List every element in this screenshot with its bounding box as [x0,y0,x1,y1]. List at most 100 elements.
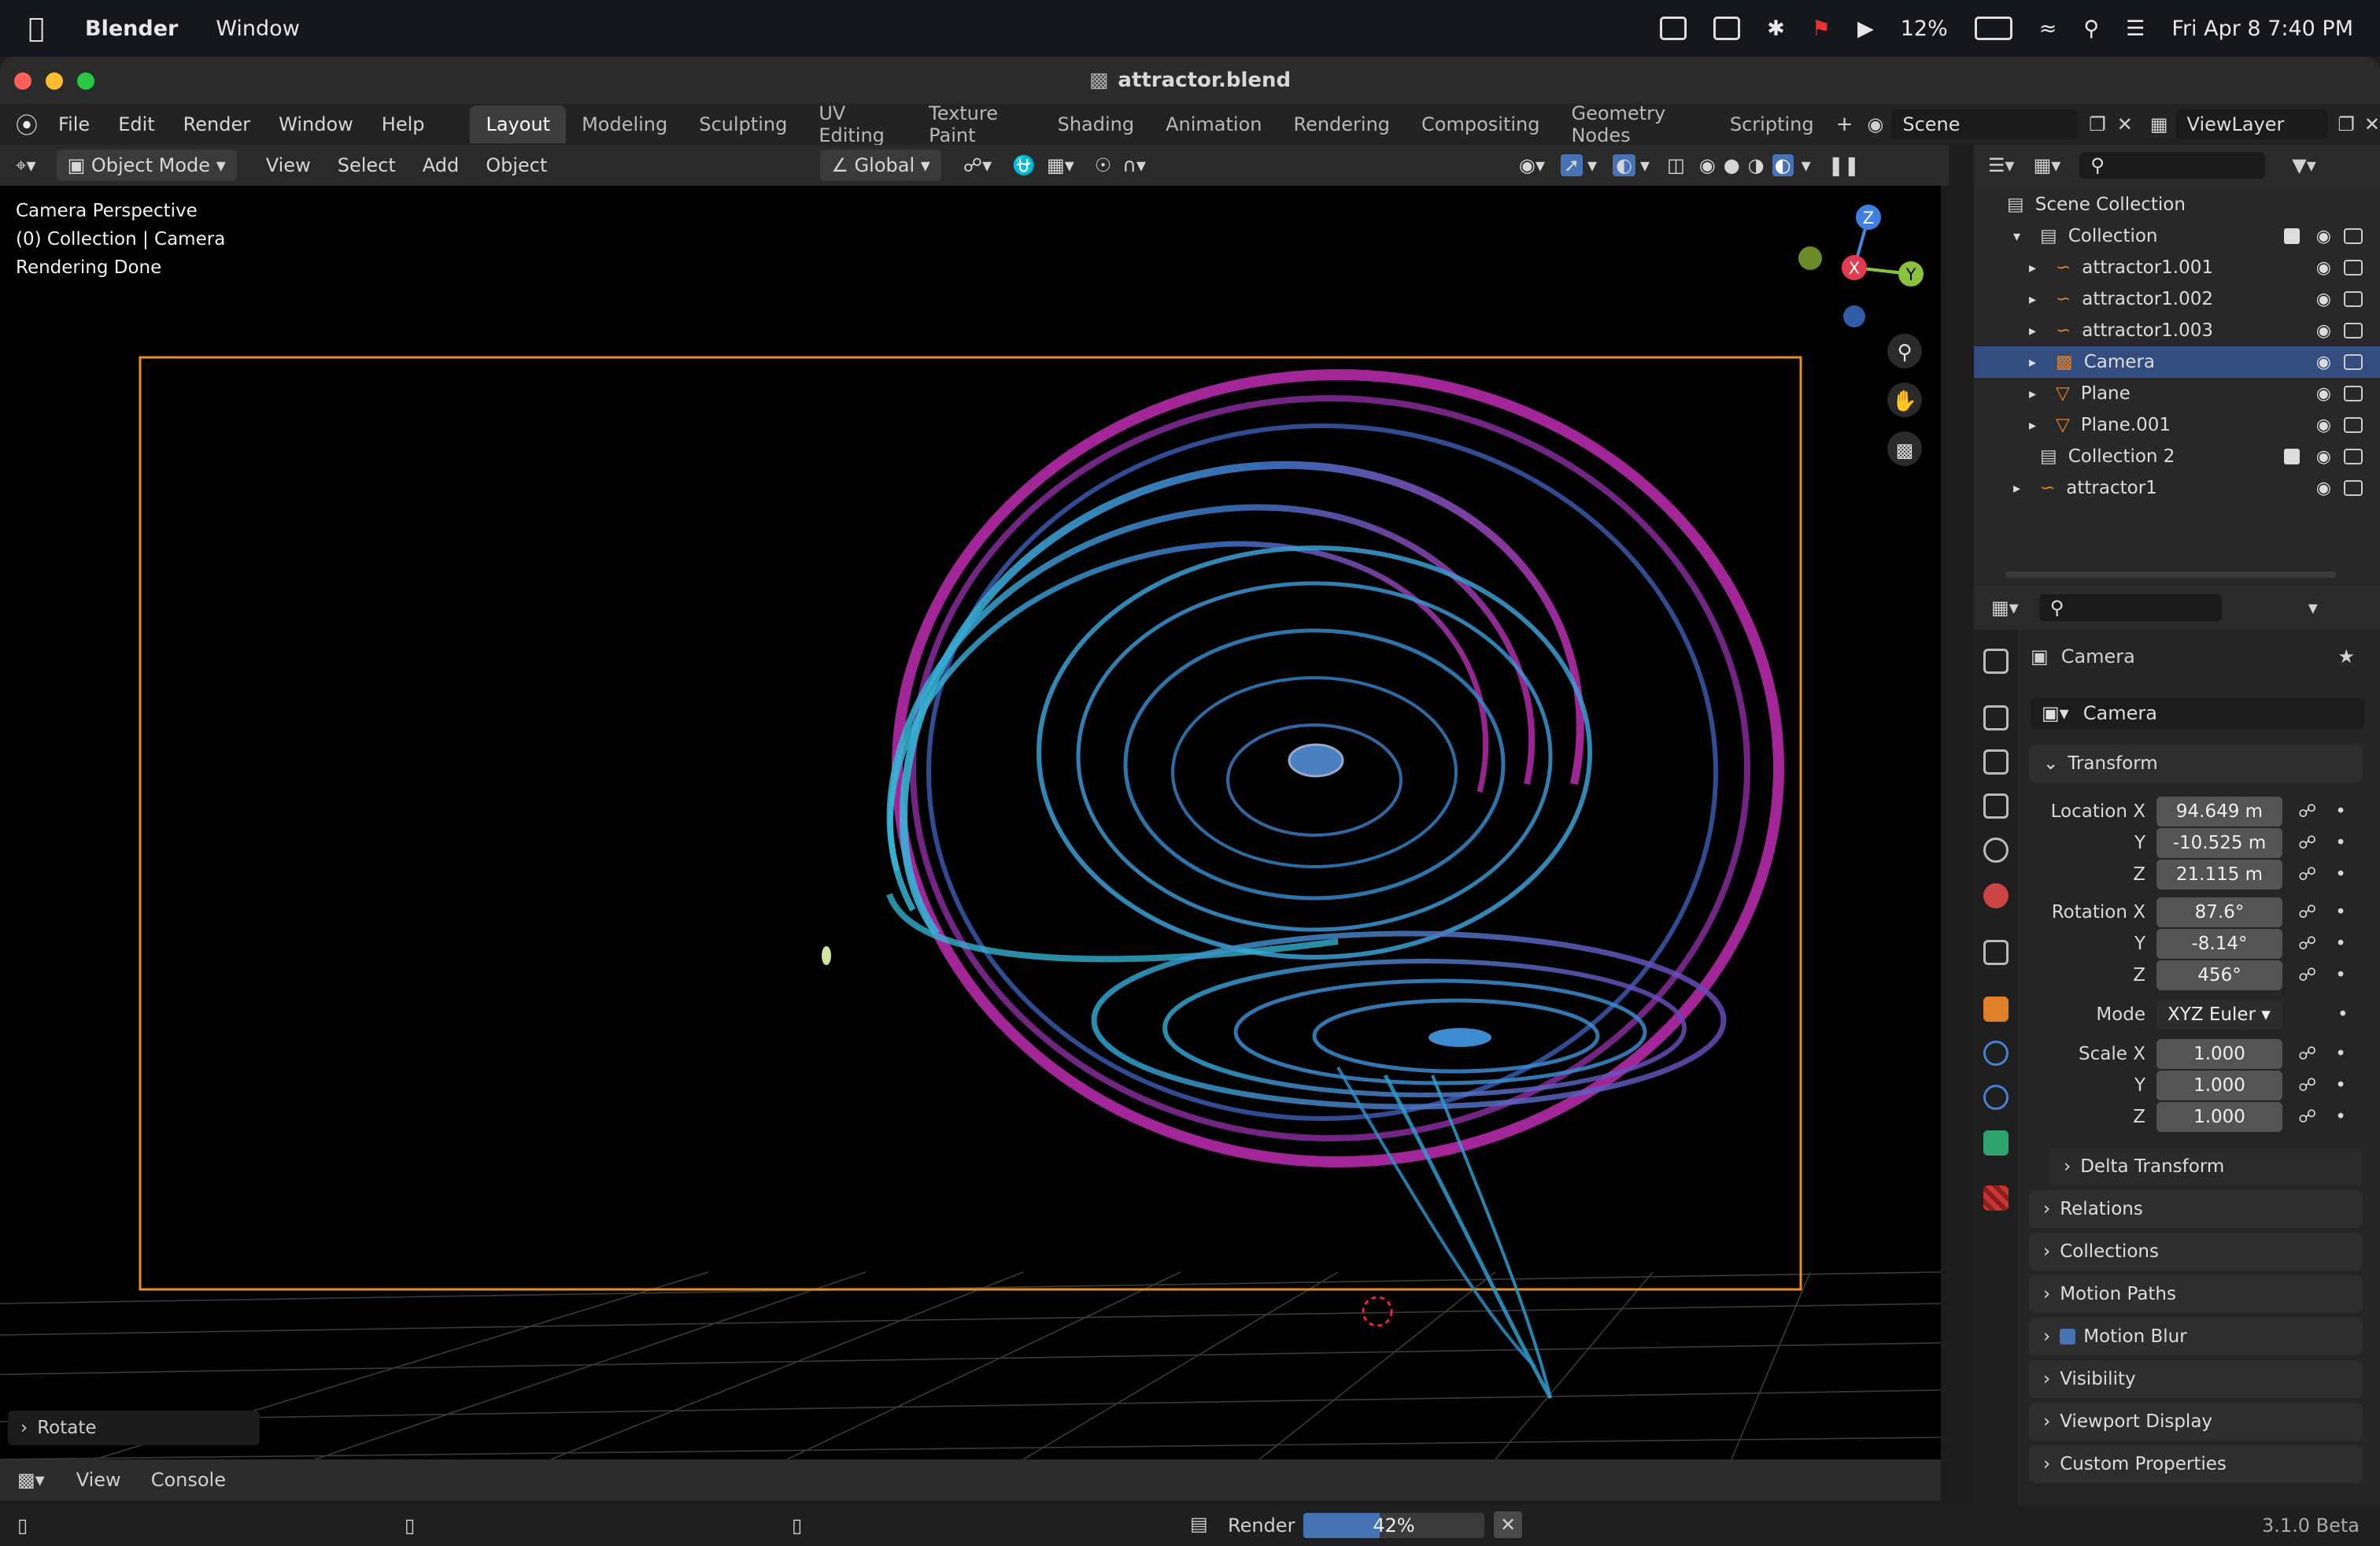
solid-shading-icon[interactable]: ● [1724,154,1740,176]
keyframe-dot-icon[interactable]: • [2335,902,2346,923]
disclosure-triangle-icon[interactable]: ▾ [2013,228,2029,245]
transform-panel-header[interactable]: ⌄ Transform [2029,745,2363,782]
viewlayer-copy-icon[interactable]: ❐ [2338,113,2355,135]
tab-shading[interactable]: Shading [1042,105,1151,143]
rotation-x-field[interactable]: 87.6° [2156,897,2282,927]
render-camera-icon[interactable] [2344,260,2363,276]
disclosure-triangle-icon[interactable]: ▸ [2029,354,2045,371]
eye-icon[interactable]: ◉ [2316,321,2331,341]
eye-icon[interactable]: ◉ [2316,447,2331,467]
exclude-checkbox[interactable] [2284,449,2300,464]
rendered-shading-icon[interactable]: ◐ [1772,154,1794,176]
xray-icon[interactable]: ◫ [1667,154,1685,176]
outliner-row[interactable]: ▸ ▩ Camera ◉ [1974,346,2380,378]
disclosure-triangle-icon[interactable]: ▸ [2029,260,2045,276]
properties-subpanel[interactable]: › Custom Properties [2029,1445,2363,1483]
exclude-checkbox[interactable] [2284,228,2300,244]
grid-status-icon[interactable] [1660,17,1687,40]
orientation-dropdown[interactable]: ∠ Global ▾ [820,150,941,181]
pivot-icon[interactable]: ☍▾ [963,154,992,176]
disclosure-triangle-icon[interactable]: ▸ [2029,386,2045,402]
overlay-dropdown-icon[interactable]: ▾ [1640,154,1650,176]
minimize-window-button[interactable] [46,72,63,90]
blender-logo-icon[interactable]: ⦿ [16,109,38,140]
rotation-z-field[interactable]: 456° [2156,960,2282,990]
render-camera-icon[interactable] [2344,354,2363,370]
menu-select[interactable]: Select [324,154,409,176]
outliner-row[interactable]: ▾ ▤ Collection ◉ [1974,220,2380,252]
scale-x-field[interactable]: 1.000 [2156,1039,2282,1069]
eye-icon[interactable]: ◉ [2316,479,2331,498]
filter-icon[interactable]: ▼▾ [2292,154,2316,176]
disclosure-triangle-icon[interactable]: ▸ [2013,480,2029,497]
eye-icon[interactable]: ◉ [2316,290,2331,309]
disclosure-triangle-icon[interactable]: ▸ [2029,417,2045,434]
outliner-row[interactable]: ▤ Collection 2 ◉ [1974,441,2380,472]
apple-icon[interactable]:  [28,13,55,44]
view-layer-tab-icon[interactable] [1983,793,2009,819]
outliner-row[interactable]: ▸ ∽ attractor1.002 ◉ [1974,283,2380,315]
keyframe-dot-icon[interactable]: • [2335,1107,2346,1127]
clipboard-status-icon[interactable] [1713,17,1741,40]
gizmo-icon[interactable]: ➚ [1560,154,1584,176]
menu-help[interactable]: Help [368,113,439,135]
scene-close-icon[interactable]: ✕ [2117,113,2133,135]
scene-tab-icon[interactable] [1983,838,2009,863]
control-center-icon[interactable]: ☰ [2126,17,2145,41]
outliner-row[interactable]: ▸ ∽ attractor1.003 ◉ [1974,315,2380,346]
mac-menu-window[interactable]: Window [216,17,299,41]
menu-object[interactable]: Object [472,154,560,176]
render-camera-icon[interactable] [2344,417,2363,433]
constraints-tab-icon[interactable] [1983,1085,2009,1110]
3d-cursor[interactable] [1362,1296,1393,1327]
outliner-row[interactable]: ▸ ▽ Plane ◉ [1974,378,2380,409]
world-tab-icon[interactable] [1983,883,2009,908]
play-icon[interactable]: ▶ [1857,17,1874,41]
app-menu[interactable]: Blender [85,17,178,41]
object-tab-icon[interactable] [1983,997,2009,1022]
menu-render[interactable]: Render [169,113,264,135]
outliner-scrollbar[interactable] [2005,571,2336,578]
proportional-edit-icon[interactable]: ☉ [1095,154,1112,176]
viewlayer-close-icon[interactable]: ✕ [2364,113,2380,135]
lock-icon[interactable]: ☍ [2298,801,2316,822]
eye-icon[interactable]: ◉ [2316,353,2331,372]
render-camera-icon[interactable] [2344,480,2363,496]
tab-modeling[interactable]: Modeling [566,105,683,143]
last-operator-panel[interactable]: › Rotate [8,1411,260,1445]
disclosure-triangle-icon[interactable]: ▸ [2029,291,2045,308]
menu-edit[interactable]: Edit [104,113,168,135]
display-mode-icon[interactable]: ▦▾ [2034,154,2061,176]
lock-icon[interactable]: ☍ [2298,833,2316,853]
render-camera-icon[interactable] [2344,386,2363,401]
console-menu-view[interactable]: View [76,1469,121,1491]
tab-sculpting[interactable]: Sculpting [683,105,803,143]
cancel-render-button[interactable]: ✕ [1494,1511,1522,1538]
lock-icon[interactable]: ☍ [2298,864,2316,885]
render-camera-icon[interactable] [2344,291,2363,307]
render-tab-icon[interactable] [1983,705,2009,730]
menu-file[interactable]: File [44,113,104,135]
visibility-icon[interactable]: ◉▾ [1519,154,1545,176]
outliner-row[interactable]: ▸ ▽ Plane.001 ◉ [1974,409,2380,441]
flag-icon[interactable]: ⚑ [1812,17,1831,41]
viewlayer-icon[interactable]: ▦ [2150,113,2168,135]
disclosure-triangle-icon[interactable]: ▸ [2029,323,2045,339]
keyframe-dot-icon[interactable]: • [2335,1075,2346,1096]
render-camera-icon[interactable] [2344,323,2363,338]
editor-type-icon[interactable]: ⌖▾ [16,154,36,176]
rotation-mode-dropdown[interactable]: XYZ Euler ▾ [2156,1000,2282,1030]
tool-tab-icon[interactable] [1983,649,2009,674]
eye-icon[interactable]: ◉ [2316,384,2331,404]
menu-view[interactable]: View [253,154,324,176]
location-z-field[interactable]: 21.115 m [2156,860,2282,890]
search-icon[interactable]: ⚲ [2083,17,2099,41]
rotation-y-field[interactable]: -8.14° [2156,929,2282,959]
lock-icon[interactable]: ☍ [2298,965,2316,986]
add-workspace-icon[interactable]: + [1836,113,1853,136]
keyframe-dot-icon[interactable]: • [2335,1044,2346,1064]
falloff-icon[interactable]: ∩▾ [1122,154,1146,176]
lock-icon[interactable]: ☍ [2298,1075,2316,1096]
3d-viewport[interactable]: Z X Y ⚲ ✋ ▩ Camera Perspective (0) Colle… [0,186,1941,1459]
menu-add[interactable]: Add [409,154,472,176]
